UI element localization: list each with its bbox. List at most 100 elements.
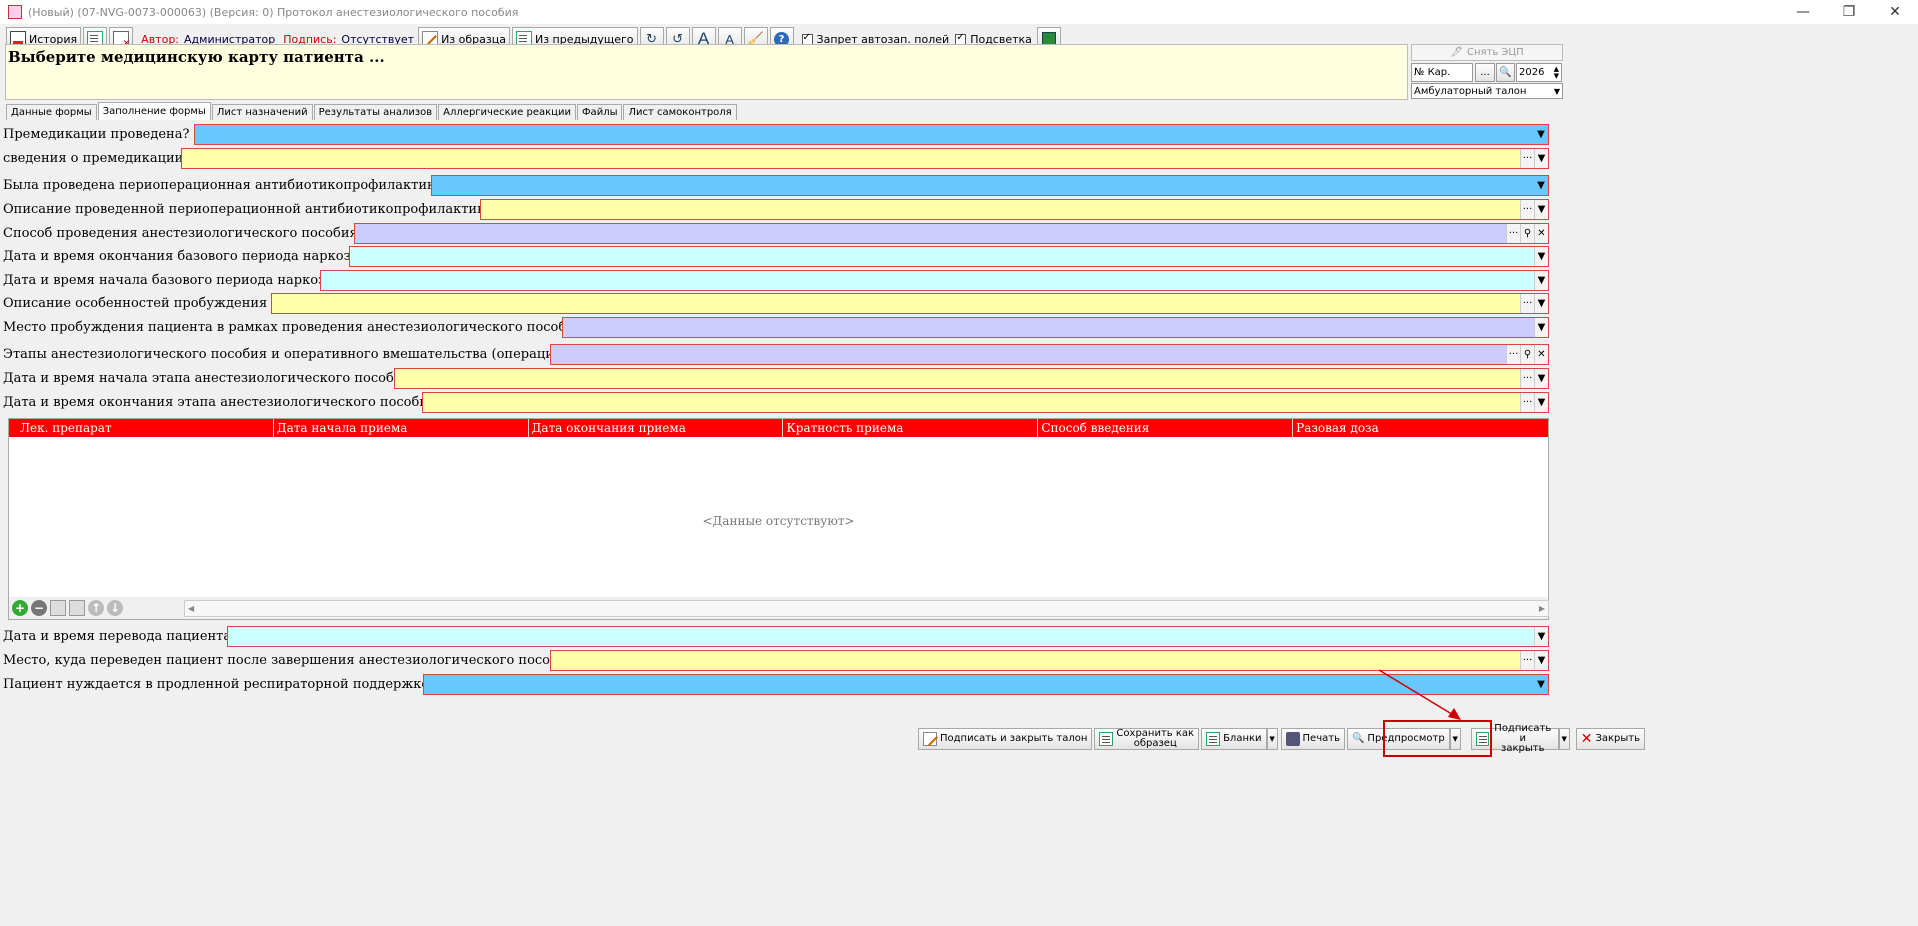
field-label: Премедикации проведена? [3, 126, 190, 142]
sign-close-label: Подписать и закрыть [1494, 723, 1552, 754]
base-anesthesia-end-date[interactable]: ▼ [349, 246, 1549, 267]
chevron-down-icon[interactable]: ▼ [1534, 247, 1548, 266]
awakening-place-select[interactable]: ▼ [562, 317, 1549, 338]
year-input[interactable]: 2026 ▲ ▼ [1516, 63, 1562, 82]
remove-row-icon[interactable]: − [31, 600, 47, 616]
chevron-down-icon[interactable]: ▼ [1534, 294, 1548, 313]
clear-icon[interactable]: ✕ [1534, 224, 1548, 243]
awakening-description-field[interactable]: ··· ▼ [271, 293, 1549, 314]
medication-grid[interactable]: Лек. препарат Дата начала приема Дата ок… [8, 418, 1549, 620]
chevron-down-icon: ▼ [1537, 129, 1545, 140]
dots-icon[interactable]: ··· [1506, 345, 1520, 364]
field-label: Дата и время начала этапа анестезиологич… [3, 370, 411, 386]
grid-column-header[interactable]: Кратность приема [783, 419, 1039, 437]
close-window-icon[interactable]: ✕ [1872, 0, 1918, 24]
card-number-input[interactable]: № Кар. [1411, 63, 1473, 82]
dots-icon[interactable]: ··· [1520, 200, 1534, 219]
edit-row-icon[interactable] [50, 600, 66, 616]
field-row: Дата и время перевода пациента [0, 625, 231, 647]
sign-close-ticket-button[interactable]: Подписать и закрыть талон [918, 728, 1093, 750]
grid-column-header[interactable]: Дата начала приема [274, 419, 529, 437]
sign-close-dropdown-button[interactable]: ▼ [1558, 728, 1570, 750]
field-row: Способ проведения анестезиологического п… [0, 222, 358, 244]
remove-ecp-button[interactable]: 🖋 Снять ЭЦП [1411, 44, 1563, 61]
antibiotic-prophylaxis-select[interactable]: ▼ [431, 175, 1549, 196]
stage-start-date-field[interactable]: ··· ▼ [394, 368, 1549, 389]
tab-prescriptions[interactable]: Лист назначений [211, 104, 313, 120]
chevron-down-icon[interactable]: ▼ [1534, 149, 1548, 168]
grid-column-header[interactable]: Дата окончания приема [529, 419, 784, 437]
print-button[interactable]: Печать [1280, 728, 1345, 750]
move-down-icon[interactable]: ↓ [107, 600, 123, 616]
move-up-icon[interactable]: ↑ [88, 600, 104, 616]
close-x-icon: ✕ [1580, 731, 1593, 747]
tab-files[interactable]: Файлы [576, 104, 623, 120]
chevron-down-icon[interactable]: ▼ [1534, 369, 1548, 388]
dots-icon[interactable]: ··· [1520, 294, 1534, 313]
clear-icon[interactable]: ✕ [1534, 345, 1548, 364]
field-row: Была проведена периоперационная антибиот… [0, 174, 450, 196]
restore-icon[interactable]: ❐ [1826, 0, 1872, 24]
premedication-done-select[interactable]: ▼ [194, 124, 1549, 145]
transfer-date-field[interactable]: ▼ [227, 626, 1549, 647]
stage-end-date-field[interactable]: ··· ▼ [422, 392, 1549, 413]
scroll-left-icon[interactable]: ◀ [188, 604, 194, 613]
base-anesthesia-start-date[interactable]: ▼ [320, 270, 1549, 291]
field-label: Дата и время окончания этапа анестезиоло… [3, 394, 437, 410]
field-label: Место пробуждения пациента в рамках пров… [3, 319, 584, 335]
tab-lab-results[interactable]: Результаты анализов [313, 104, 438, 120]
patient-prompt[interactable]: Выберите медицинскую карту патиента ... [5, 44, 1408, 100]
antibiotic-description-field[interactable]: ··· ▼ [480, 199, 1549, 220]
close-button[interactable]: ✕ Закрыть [1575, 728, 1645, 750]
add-row-icon[interactable]: + [12, 600, 28, 616]
save-sample-icon [1099, 732, 1114, 746]
anesthesia-method-field[interactable]: ··· ⚲ ✕ [354, 223, 1549, 244]
card-search-button[interactable]: 🔍 [1496, 63, 1515, 82]
title-bar: (Новый) (07-NVG-0073-000063) (Версия: 0)… [0, 0, 1918, 24]
dots-icon[interactable]: ··· [1506, 224, 1520, 243]
field-label: Дата и время перевода пациента [3, 628, 232, 644]
premedication-info-field[interactable]: ··· ▼ [181, 148, 1549, 169]
anesthesia-stages-field[interactable]: ··· ⚲ ✕ [550, 344, 1549, 365]
grid-column-header[interactable]: Способ введения [1038, 419, 1294, 437]
chevron-down-icon[interactable]: ▼ [1534, 271, 1548, 290]
minimize-icon[interactable]: — [1780, 0, 1826, 24]
grid-column-header[interactable]: Разовая доза [1293, 419, 1548, 437]
tab-self-control[interactable]: Лист самоконтроля [623, 104, 737, 120]
chevron-down-icon[interactable]: ▼ [1534, 200, 1548, 219]
save-sample-label: Сохранить как образец [1116, 728, 1195, 749]
tab-form-data[interactable]: Данные формы [6, 104, 97, 120]
doc-type-select[interactable]: Амбулаторный талон ▼ [1411, 83, 1563, 99]
dots-icon[interactable]: ··· [1520, 369, 1534, 388]
dots-icon[interactable]: ··· [1520, 149, 1534, 168]
printer-icon [1285, 732, 1300, 746]
highlight-checkbox[interactable] [955, 32, 967, 45]
blanks-button[interactable]: Бланки [1201, 728, 1267, 750]
chevron-down-icon: ▼ [1553, 86, 1560, 96]
field-row: Премедикации проведена? [0, 123, 189, 145]
grid-toolbar: + − ↑ ↓ ◀ ▶ [9, 597, 1549, 619]
scroll-right-icon[interactable]: ▶ [1539, 604, 1545, 613]
field-row: Описание проведенной периоперационной ан… [0, 198, 494, 220]
card-dots-button[interactable]: ... [1475, 63, 1495, 82]
dots-icon[interactable]: ··· [1520, 651, 1534, 670]
chevron-down-icon[interactable]: ▼ [1534, 627, 1548, 646]
no-autofill-checkbox[interactable] [801, 32, 813, 45]
chevron-down-icon[interactable]: ▼ [1534, 393, 1548, 412]
tab-form-fill[interactable]: Заполнение формы [97, 102, 211, 120]
blanks-dropdown-button[interactable]: ▼ [1266, 728, 1278, 750]
search-icon[interactable]: ⚲ [1520, 224, 1534, 243]
tab-allergies[interactable]: Аллергические реакции [438, 104, 576, 120]
field-label: Место, куда переведен пациент после заве… [3, 652, 575, 668]
dots-icon[interactable]: ··· [1520, 393, 1534, 412]
save-as-sample-button[interactable]: Сохранить как образец [1094, 728, 1200, 750]
horizontal-scrollbar[interactable]: ◀ ▶ [184, 600, 1549, 617]
search-icon[interactable]: ⚲ [1520, 345, 1534, 364]
field-label: Описание особенностей пробуждения [3, 295, 268, 311]
chevron-down-icon[interactable]: ▼ [1534, 651, 1548, 670]
highlight-box [1383, 720, 1492, 757]
field-label: Способ проведения анестезиологического п… [3, 225, 358, 241]
grid-column-header[interactable]: Лек. препарат [9, 419, 274, 437]
save-row-icon[interactable] [69, 600, 85, 616]
chevron-down-icon[interactable]: ▼ [1534, 318, 1548, 337]
